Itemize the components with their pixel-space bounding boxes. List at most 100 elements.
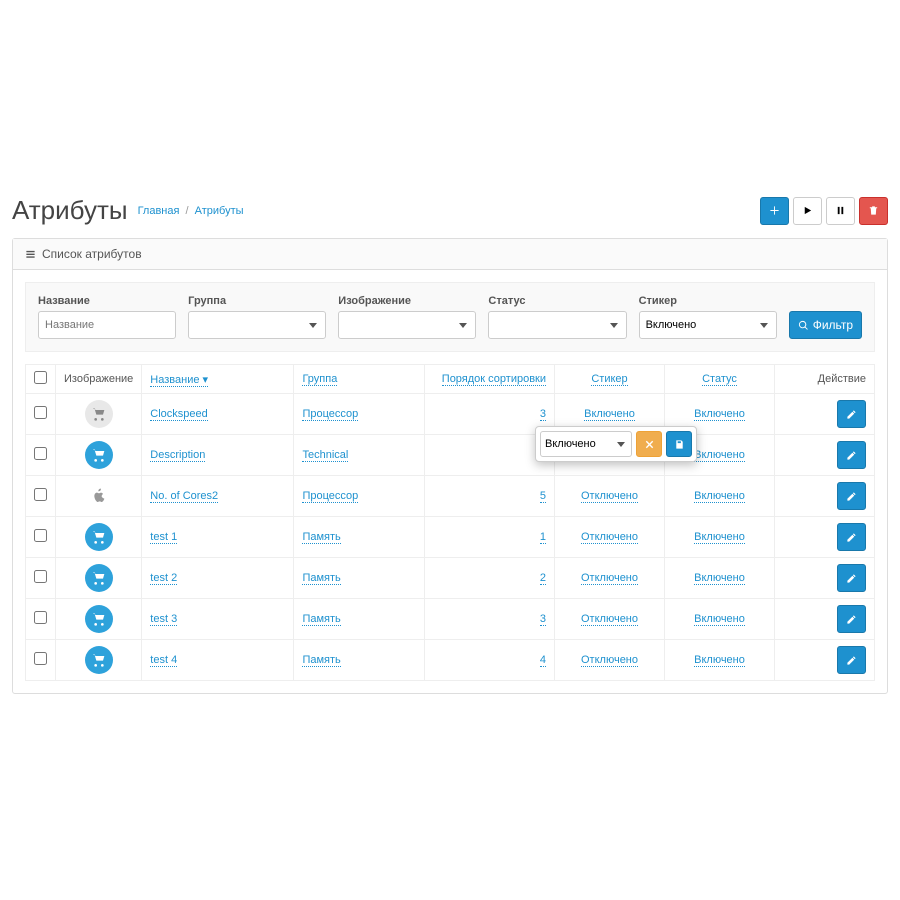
edit-button[interactable]	[837, 482, 866, 510]
row-sticker-link[interactable]: Отключено	[581, 654, 638, 667]
filter-image-label: Изображение	[338, 295, 476, 307]
col-action: Действие	[775, 365, 875, 394]
col-status[interactable]: Статус	[702, 373, 737, 386]
edit-button[interactable]	[837, 564, 866, 592]
inline-editor: Включено	[535, 426, 697, 462]
row-sort-link[interactable]: 2	[540, 572, 546, 585]
row-group-link[interactable]: Память	[302, 572, 340, 585]
row-name-link[interactable]: test 4	[150, 654, 177, 667]
row-checkbox[interactable]	[34, 406, 47, 419]
delete-button[interactable]	[859, 197, 888, 225]
row-status-link[interactable]: Включено	[694, 490, 745, 503]
pencil-icon	[846, 409, 857, 420]
breadcrumb: Главная / Атрибуты	[138, 205, 244, 217]
edit-button[interactable]	[837, 523, 866, 551]
row-group-link[interactable]: Technical	[302, 449, 348, 462]
row-status-link[interactable]: Включено	[694, 613, 745, 626]
edit-button[interactable]	[837, 400, 866, 428]
save-icon	[674, 439, 685, 450]
table-row: No. of Cores2 Процессор 5 Отключено Вклю…	[26, 476, 875, 517]
row-sticker-link[interactable]: Отключено	[581, 531, 638, 544]
table-row: test 3 Память 3 Отключено Включено	[26, 599, 875, 640]
table-row: test 1 Память 1 Отключено Включено	[26, 517, 875, 558]
row-status-link[interactable]: Включено	[694, 531, 745, 544]
col-sticker[interactable]: Стикер	[591, 373, 627, 386]
row-sort-link[interactable]: 5	[540, 490, 546, 503]
filter-sticker-select[interactable]: Включено	[639, 311, 777, 339]
row-sticker-link[interactable]: Отключено	[581, 613, 638, 626]
table-row: Description Technical Включено	[26, 435, 875, 476]
col-name[interactable]: Название ▾	[150, 374, 208, 387]
edit-button[interactable]	[837, 441, 866, 469]
row-sort-link[interactable]: 3	[540, 613, 546, 626]
filter-bar: Название Группа Изображение Статус Стике…	[25, 282, 875, 352]
attributes-table: Изображение Название ▾ Группа Порядок со…	[25, 364, 875, 681]
play-button[interactable]	[793, 197, 822, 225]
inline-status-select[interactable]: Включено	[540, 431, 632, 457]
row-image	[56, 476, 142, 517]
row-name-link[interactable]: test 1	[150, 531, 177, 544]
row-sticker-link[interactable]: Отключено	[581, 490, 638, 503]
row-group-link[interactable]: Процессор	[302, 490, 358, 503]
inline-save-button[interactable]	[666, 431, 692, 457]
filter-name-label: Название	[38, 295, 176, 307]
add-button[interactable]	[760, 197, 789, 225]
edit-button[interactable]	[837, 646, 866, 674]
row-checkbox[interactable]	[34, 447, 47, 460]
row-status-link[interactable]: Включено	[694, 449, 745, 462]
col-image: Изображение	[56, 365, 142, 394]
edit-button[interactable]	[837, 605, 866, 633]
row-checkbox[interactable]	[34, 570, 47, 583]
breadcrumb-home[interactable]: Главная	[138, 205, 180, 217]
play-icon	[802, 205, 813, 216]
row-name-link[interactable]: No. of Cores2	[150, 490, 218, 503]
filter-name-input[interactable]	[38, 311, 176, 339]
pencil-icon	[846, 450, 857, 461]
row-group-link[interactable]: Процессор	[302, 408, 358, 421]
filter-sticker-label: Стикер	[639, 295, 777, 307]
table-row: Clockspeed Процессор 3 Включено Включено…	[26, 394, 875, 435]
row-sort-link[interactable]: 4	[540, 654, 546, 667]
row-image	[56, 394, 142, 435]
row-sticker-link[interactable]: Отключено	[581, 572, 638, 585]
row-status-link[interactable]: Включено	[694, 572, 745, 585]
row-group-link[interactable]: Память	[302, 654, 340, 667]
filter-group-label: Группа	[188, 295, 326, 307]
filter-image-select[interactable]	[338, 311, 476, 339]
row-image	[56, 640, 142, 681]
row-sort-link[interactable]: 1	[540, 531, 546, 544]
row-name-link[interactable]: test 2	[150, 572, 177, 585]
filter-group-select[interactable]	[188, 311, 326, 339]
row-image	[56, 558, 142, 599]
row-image	[56, 435, 142, 476]
row-group-link[interactable]: Память	[302, 613, 340, 626]
filter-status-select[interactable]	[488, 311, 626, 339]
breadcrumb-current[interactable]: Атрибуты	[195, 205, 244, 217]
row-image	[56, 599, 142, 640]
select-all-checkbox[interactable]	[34, 371, 47, 384]
search-icon	[798, 320, 809, 331]
row-sort-link[interactable]: 3	[540, 408, 546, 421]
row-name-link[interactable]: test 3	[150, 613, 177, 626]
filter-button[interactable]: Фильтр	[789, 311, 862, 339]
row-checkbox[interactable]	[34, 652, 47, 665]
row-status-link[interactable]: Включено	[694, 408, 745, 421]
filter-status-label: Статус	[488, 295, 626, 307]
col-group[interactable]: Группа	[302, 373, 337, 386]
pencil-icon	[846, 614, 857, 625]
pause-icon	[835, 205, 846, 216]
row-checkbox[interactable]	[34, 611, 47, 624]
row-group-link[interactable]: Память	[302, 531, 340, 544]
row-sticker-link[interactable]: Включено	[584, 408, 635, 421]
col-sort[interactable]: Порядок сортировки	[442, 373, 546, 386]
pause-button[interactable]	[826, 197, 855, 225]
row-name-link[interactable]: Clockspeed	[150, 408, 207, 421]
close-icon	[644, 439, 655, 450]
inline-cancel-button[interactable]	[636, 431, 662, 457]
row-checkbox[interactable]	[34, 488, 47, 501]
pencil-icon	[846, 491, 857, 502]
row-checkbox[interactable]	[34, 529, 47, 542]
row-name-link[interactable]: Description	[150, 449, 205, 462]
row-status-link[interactable]: Включено	[694, 654, 745, 667]
pencil-icon	[846, 573, 857, 584]
